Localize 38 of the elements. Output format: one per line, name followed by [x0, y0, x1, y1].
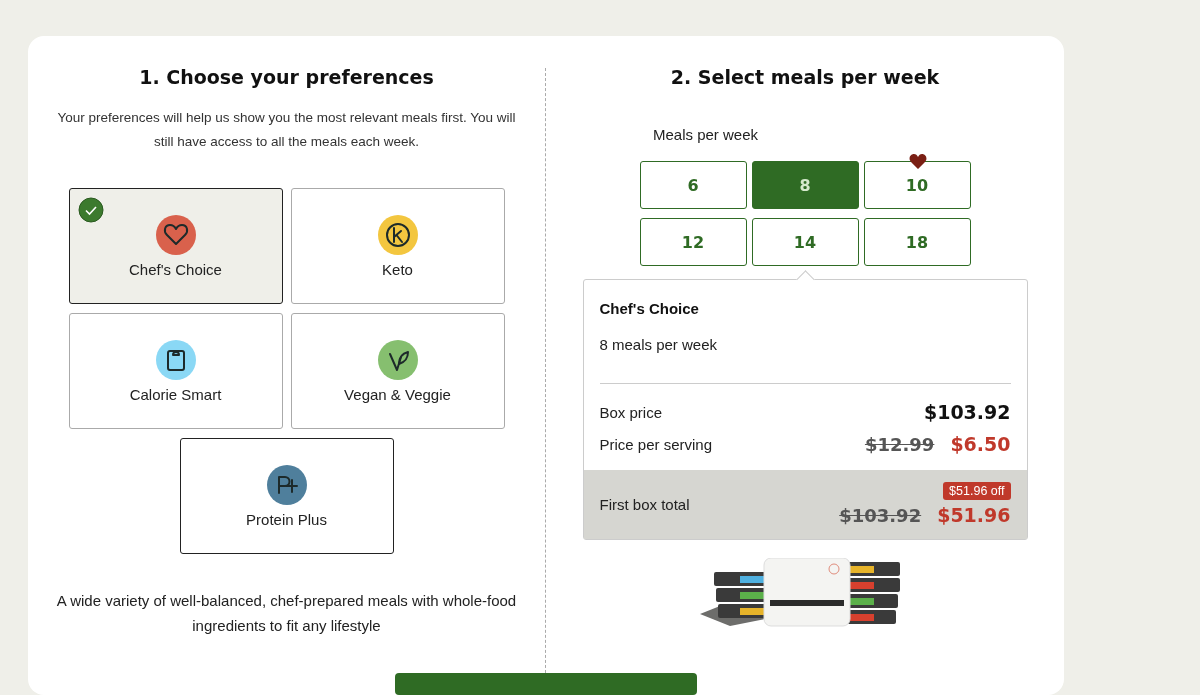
old-price: $103.92 [839, 505, 922, 526]
checkmark-icon [77, 197, 104, 223]
meals-label: Meals per week [653, 126, 759, 143]
protein-plus-icon [266, 465, 307, 505]
price-value: $103.92 [923, 401, 1011, 423]
old-price: $12.99 [864, 434, 935, 455]
meal-count-button[interactable]: 18 [863, 218, 971, 266]
price-label: First box total [599, 495, 690, 513]
plan-name: Chef's Choice [599, 300, 700, 317]
meals-count-text: 8 meals per week [599, 336, 719, 353]
meal-count-button[interactable]: 6 [639, 161, 747, 209]
letter-k-circle-icon [377, 215, 418, 255]
preference-option[interactable]: Vegan & Veggie [290, 313, 505, 429]
price-value: $51.96 [937, 504, 1011, 526]
preference-option[interactable]: Keto [290, 188, 505, 304]
option-label: Protein Plus [246, 511, 327, 528]
option-label: Calorie Smart [129, 386, 222, 403]
price-value: $6.50 [950, 433, 1011, 455]
plan-description: A wide variety of well-balanced, chef-prepared meals with whole-food ingredients to fit any lifestyle [56, 591, 517, 636]
meal-count-button[interactable]: 12 [639, 218, 747, 266]
price-label: Box price [599, 403, 663, 421]
price-label: Price per serving [599, 435, 713, 453]
option-label: Vegan & Veggie [344, 386, 451, 403]
meal-count-button[interactable]: 10 [863, 161, 971, 209]
meal-count-button[interactable]: 8 [751, 161, 859, 209]
option-label: Keto [382, 261, 413, 278]
meal-count-button[interactable]: 14 [751, 218, 859, 266]
leaf-icon [377, 340, 418, 380]
description-text: Your preferences will help us show you the most relevant meals first. You will still have access to all the meals each week. [56, 109, 517, 151]
select-plan-button[interactable] [395, 673, 697, 695]
discount-badge: $51.96 off [943, 482, 1011, 500]
option-label: Chef's Choice [129, 261, 222, 278]
preference-option[interactable]: Calorie Smart [68, 313, 283, 429]
section-title: 2. Select meals per week [670, 66, 940, 88]
scale-icon [155, 340, 196, 380]
preference-option[interactable]: Chef's Choice [68, 188, 283, 304]
section-title: 1. Choose your preferences [139, 66, 434, 88]
preference-option[interactable]: Protein Plus [179, 438, 394, 554]
